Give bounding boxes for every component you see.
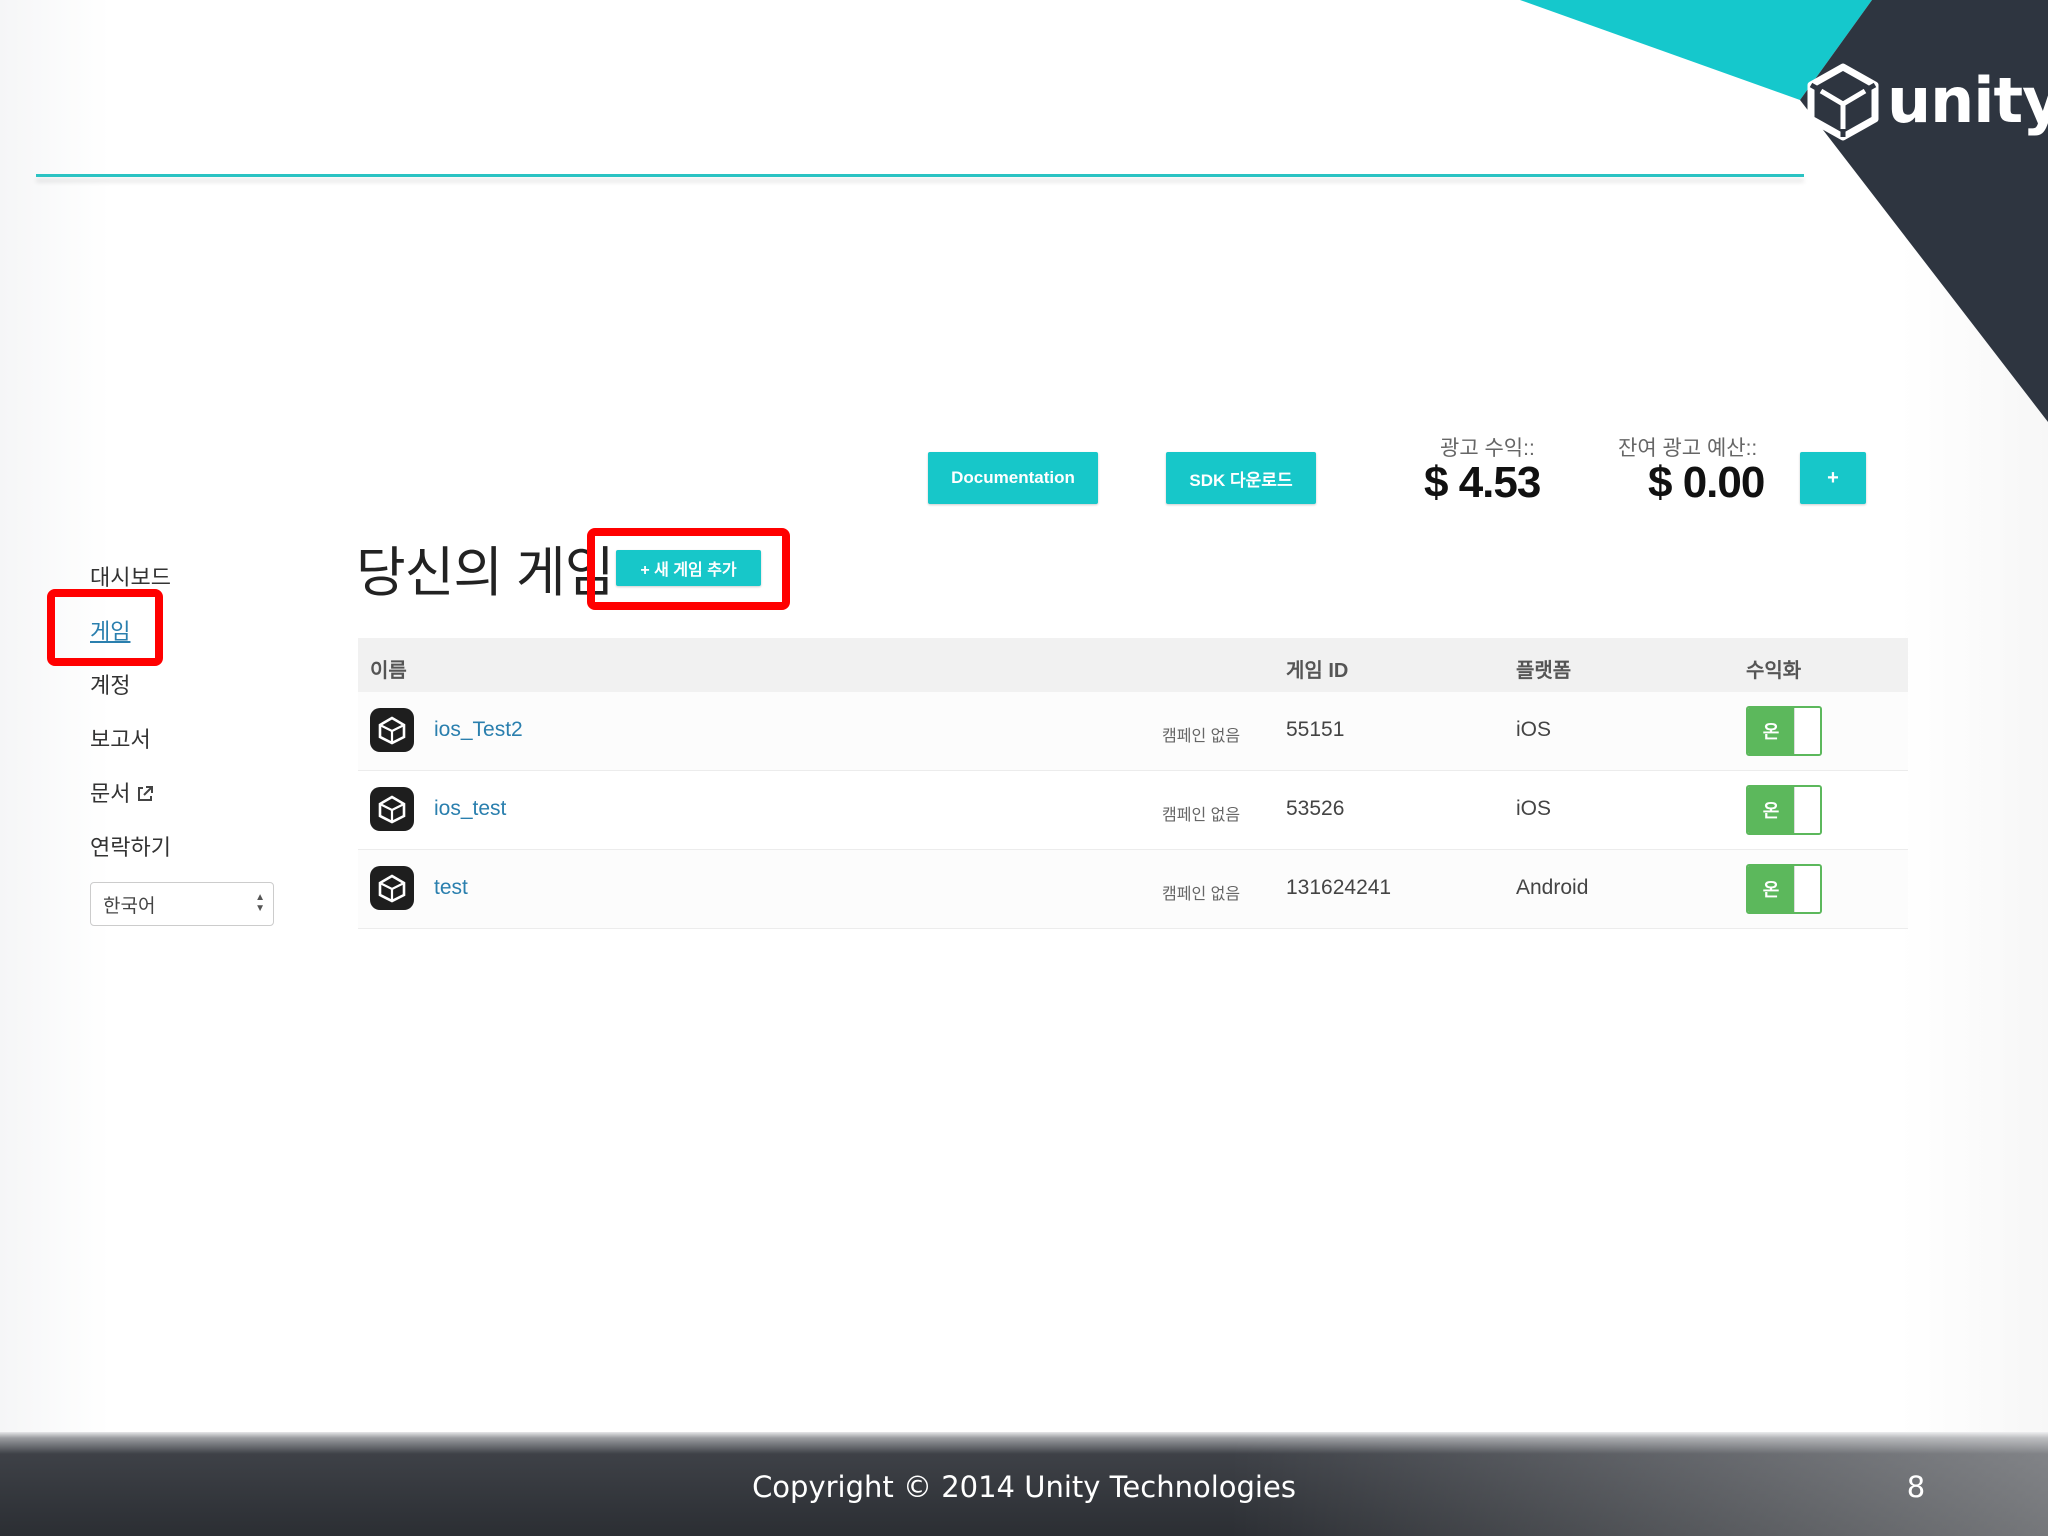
- sidebar-item-reports[interactable]: 보고서: [90, 722, 151, 754]
- table-body: ios_Test2 캠페인 없음 55151 iOS 온 ios_test 캠페…: [358, 692, 1908, 929]
- select-arrows-icon: ▲ ▼: [255, 892, 265, 914]
- campaign-status: 캠페인 없음: [1162, 807, 1241, 824]
- campaign-status: 캠페인 없음: [1162, 728, 1241, 745]
- unity-app-icon: [370, 708, 414, 752]
- campaign-status: 캠페인 없음: [1162, 886, 1241, 903]
- sidebar-item-contact[interactable]: 연락하기: [90, 830, 171, 862]
- game-id: 131624241: [1286, 876, 1392, 899]
- column-header-monetization[interactable]: 수익화: [1746, 654, 1801, 683]
- logo-text: unity: [1887, 64, 2048, 137]
- documentation-button[interactable]: Documentation: [928, 452, 1098, 504]
- platform: iOS: [1516, 797, 1552, 820]
- monetization-toggle[interactable]: 온: [1746, 864, 1822, 914]
- column-header-platform[interactable]: 플랫폼: [1516, 654, 1571, 683]
- external-link-icon: [136, 783, 154, 809]
- sidebar-item-account[interactable]: 계정: [90, 668, 130, 700]
- toggle-knob: [1794, 787, 1820, 833]
- games-table: 이름 게임 ID 플랫폼 수익화 ios_Test2 캠페인 없음 55151 …: [358, 638, 1908, 929]
- toggle-knob: [1794, 708, 1820, 754]
- platform: iOS: [1516, 718, 1552, 741]
- game-name-link[interactable]: test: [434, 876, 468, 900]
- sidebar-item-docs[interactable]: 문서: [90, 776, 154, 809]
- page-number: 8: [1906, 1470, 1926, 1504]
- game-id: 53526: [1286, 797, 1345, 820]
- unity-logo: unity: [1803, 56, 2048, 146]
- remaining-budget-value: $ 0.00: [1648, 458, 1765, 507]
- unity-cube-icon: [1807, 63, 1879, 141]
- table-row: ios_test 캠페인 없음 53526 iOS 온: [358, 771, 1908, 850]
- table-row: ios_Test2 캠페인 없음 55151 iOS 온: [358, 692, 1908, 771]
- game-name-link[interactable]: ios_Test2: [434, 718, 523, 742]
- sidebar-item-docs-label: 문서: [90, 781, 131, 806]
- highlight-box-games-nav: [47, 589, 163, 666]
- header-divider: [36, 174, 1804, 177]
- language-select-value: 한국어: [103, 895, 156, 917]
- toggle-on-label: 온: [1748, 787, 1794, 833]
- game-name-link[interactable]: ios_test: [434, 797, 506, 821]
- game-id: 55151: [1286, 718, 1345, 741]
- platform: Android: [1516, 876, 1589, 899]
- toggle-on-label: 온: [1748, 866, 1794, 912]
- monetization-toggle[interactable]: 온: [1746, 706, 1822, 756]
- page-title: 당신의 게임: [356, 543, 614, 603]
- unity-app-icon: [370, 787, 414, 831]
- monetization-toggle[interactable]: 온: [1746, 785, 1822, 835]
- highlight-box-add-game: [587, 528, 790, 610]
- column-header-game-id[interactable]: 게임 ID: [1286, 654, 1348, 683]
- add-budget-button[interactable]: +: [1800, 452, 1866, 504]
- toggle-on-label: 온: [1748, 708, 1794, 754]
- unity-app-icon: [370, 866, 414, 910]
- sidebar-item-dashboard[interactable]: 대시보드: [90, 560, 171, 592]
- language-select[interactable]: 한국어 ▲ ▼: [90, 882, 274, 926]
- ad-revenue-value: $ 4.53: [1424, 458, 1541, 507]
- table-header: 이름 게임 ID 플랫폼 수익화: [358, 638, 1908, 692]
- toggle-knob: [1794, 866, 1820, 912]
- copyright-text: Copyright © 2014 Unity Technologies: [752, 1470, 1296, 1504]
- column-header-name[interactable]: 이름: [370, 654, 407, 683]
- table-row: test 캠페인 없음 131624241 Android 온: [358, 850, 1908, 929]
- sdk-download-button[interactable]: SDK 다운로드: [1166, 452, 1316, 504]
